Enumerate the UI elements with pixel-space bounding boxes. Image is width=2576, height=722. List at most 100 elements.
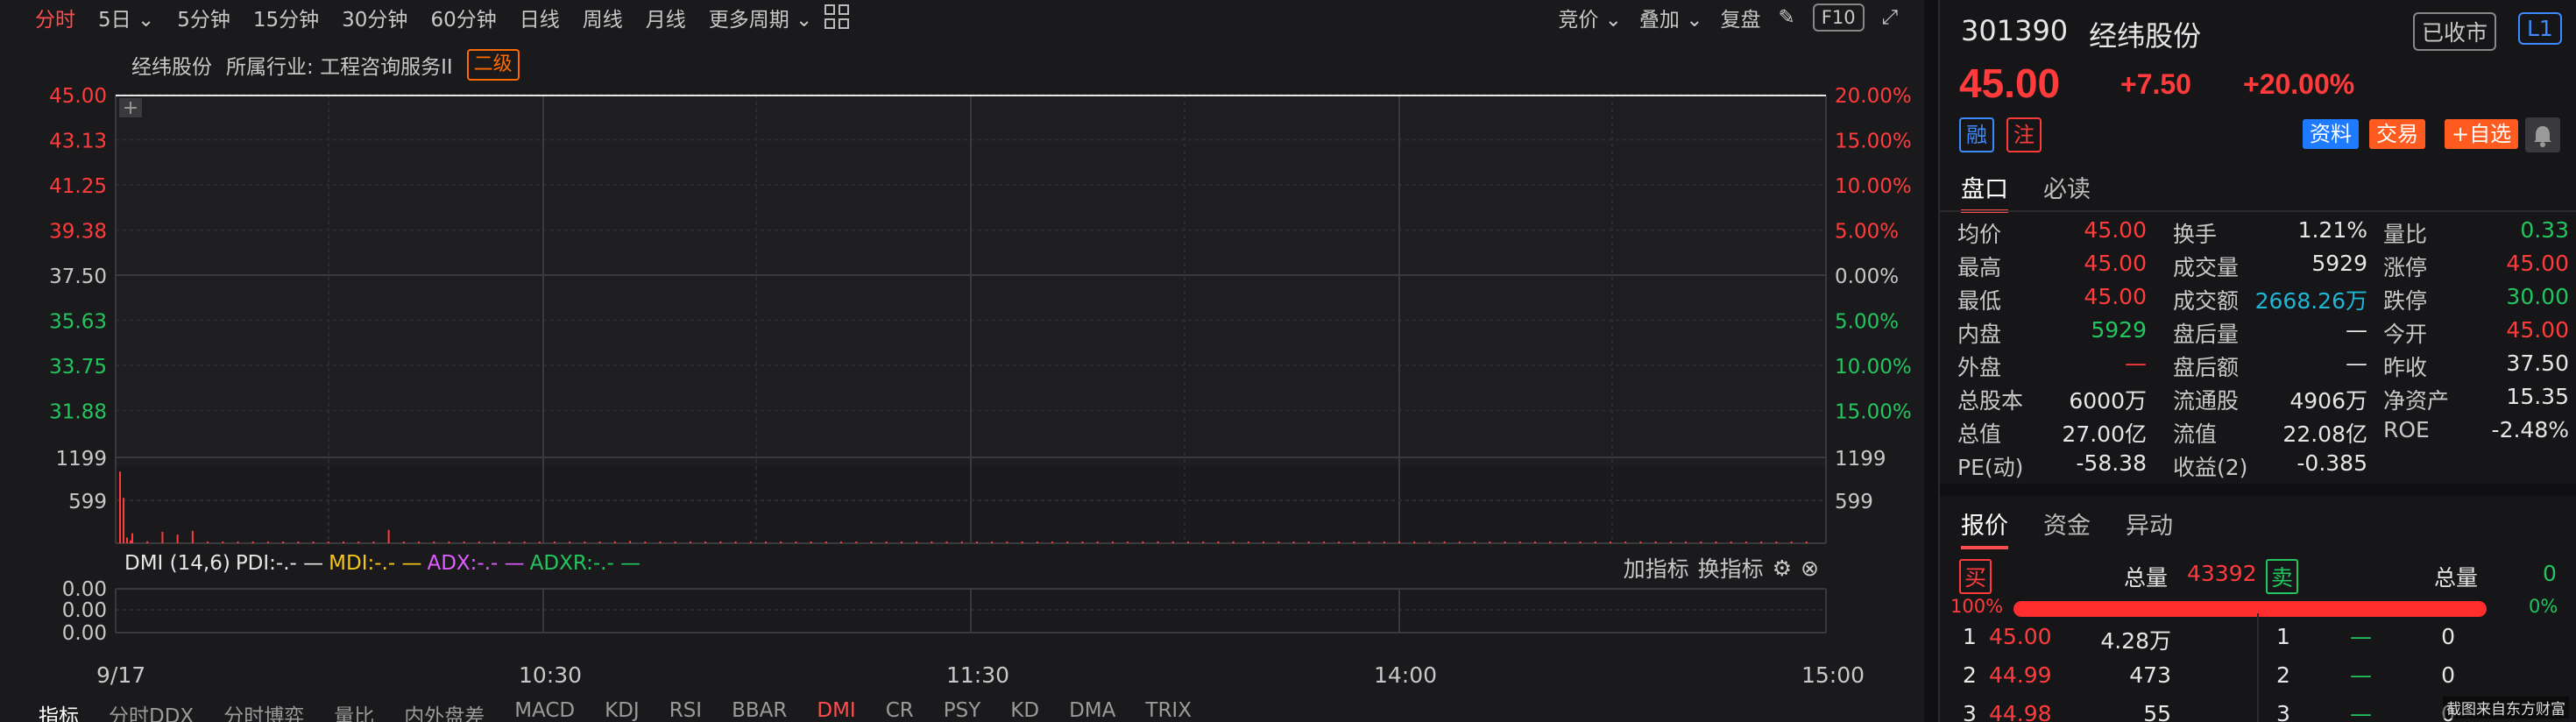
dmi-mdi: MDI:-.- — [329, 552, 422, 575]
indicator-tab[interactable]: MACD [514, 699, 575, 722]
panel-divider[interactable] [1924, 0, 1938, 722]
market-status-badge: 已收市 [2413, 12, 2497, 51]
brush-icon[interactable]: ✎ [1779, 6, 1795, 29]
volume-bar [1353, 542, 1355, 543]
volume-bar [343, 542, 344, 543]
indicator-tab[interactable]: KDJ [605, 699, 640, 722]
price-tick: 35.63 [49, 311, 107, 334]
sell-total-label: 总量 [2434, 565, 2479, 591]
period-30min[interactable]: 30分钟 [342, 3, 407, 32]
registration-tag[interactable]: 注 [2006, 117, 2042, 152]
bell-icon[interactable] [2525, 117, 2560, 152]
period-week[interactable]: 周线 [583, 3, 623, 32]
switch-indicator-button[interactable]: 换指标 [1698, 552, 1764, 584]
volume-bar [931, 542, 933, 543]
volume-bar [976, 542, 978, 543]
add-watchlist-button[interactable]: +自选 [2445, 119, 2519, 149]
close-indicator-icon[interactable]: ⊗ [1801, 556, 1819, 581]
period-day[interactable]: 日线 [520, 3, 560, 32]
volume-bar [266, 542, 269, 543]
volume-bar [569, 542, 571, 543]
auction-toggle[interactable]: 竞价 ⌄ [1558, 3, 1622, 32]
level-badge[interactable]: L1 [2518, 12, 2562, 45]
stat-label: 昨收 [2383, 355, 2428, 380]
stat-label: 今开 [2383, 322, 2428, 347]
f10-button[interactable]: F10 [1812, 4, 1865, 32]
volume-bar [765, 542, 767, 543]
indicator-tab[interactable]: 量比 [334, 699, 374, 722]
settings-icon[interactable]: ⚙ [1773, 556, 1792, 581]
indicator-tab[interactable]: BBAR [732, 699, 787, 722]
stat-row: 总值 27.00亿 流值 22.08亿 ROE -2.48% [1949, 414, 2576, 447]
volume-bar [598, 542, 601, 543]
ask-level: 1 [2276, 624, 2290, 649]
trade-button[interactable]: 交易 [2369, 119, 2425, 149]
indicator-tab[interactable]: 分时DDX [109, 699, 194, 722]
layout-grid-icon[interactable] [824, 4, 851, 31]
volume-bar [916, 542, 918, 543]
volume-bar [1700, 542, 1702, 543]
period-5day[interactable]: 5日 ⌄ [98, 3, 154, 32]
indicator-tab[interactable]: DMI [817, 699, 855, 722]
tab-baojia[interactable]: 报价 [1961, 506, 2008, 549]
add-indicator-button[interactable]: 加指标 [1624, 552, 1689, 584]
indicator-tab[interactable]: RSI [669, 699, 702, 722]
quote-tabs: 报价 资金 异动 [1961, 506, 2173, 549]
indicator-tab[interactable]: TRIX [1145, 699, 1192, 722]
volume-bar [1187, 542, 1189, 543]
industry-level-badge[interactable]: 二级 [466, 49, 520, 81]
stat-value: 1.21% [2297, 217, 2367, 243]
indicator-tab[interactable]: PSY [944, 699, 981, 722]
indicator-tab[interactable]: 指标 [39, 699, 79, 722]
indicator-tab[interactable]: CR [886, 699, 914, 722]
volume-bar [282, 542, 285, 543]
tab-pankou[interactable]: 盘口 [1961, 170, 2008, 213]
margin-tag[interactable]: 融 [1959, 117, 1994, 152]
last-price: 45.00 [1959, 60, 2061, 106]
replay-button[interactable]: 复盘 [1721, 3, 1761, 32]
stat-label: 涨停 [2383, 255, 2428, 280]
tab-bidu[interactable]: 必读 [2043, 170, 2091, 213]
industry-label: 所属行业: 工程咨询服务II [226, 56, 453, 79]
indicator-tab[interactable]: KD [1010, 699, 1039, 722]
period-5min[interactable]: 5分钟 [177, 3, 230, 32]
volume-bar [1504, 542, 1506, 543]
volume-bar [538, 542, 541, 543]
period-toolbar: 分时 5日 ⌄ 5分钟 15分钟 30分钟 60分钟 日线 周线 月线 更多周期… [0, 0, 1924, 35]
stat-label: 收益(2) [2173, 455, 2248, 480]
period-more[interactable]: 更多周期 ⌄ [709, 3, 813, 32]
volume-bar [207, 542, 209, 543]
sell-ratio: 0% [2529, 596, 2558, 617]
buy-ratio: 100% [1950, 596, 2004, 617]
stat-row: 均价 45.00 换手 1.21% 量比 0.33 [1949, 214, 2576, 247]
time-label: 10:30 [519, 662, 583, 688]
volume-bar [1805, 542, 1808, 543]
indicator-tab[interactable]: DMA [1069, 699, 1115, 722]
period-15min[interactable]: 15分钟 [253, 3, 319, 32]
indicator-tab[interactable]: 内外盘差 [404, 699, 485, 722]
stat-row: 最高 45.00 成交量 5929 涨停 45.00 [1949, 247, 2576, 280]
fullscreen-icon[interactable]: ⤢ [1882, 6, 1898, 29]
stat-value: 2668.26万 [2254, 288, 2367, 314]
indicator-tab[interactable]: 分时博弈 [223, 699, 304, 722]
period-60min[interactable]: 60分钟 [430, 3, 496, 32]
pct-tick: 10.00% [1835, 356, 1912, 379]
tab-zijin[interactable]: 资金 [2043, 506, 2091, 549]
stat-row: 外盘 — 盘后额 — 昨收 37.50 [1949, 347, 2576, 380]
stat-label: 成交量 [2173, 255, 2240, 280]
dmi-legend: DMI (14,6) PDI:-.- — MDI:-.- — ADX:-.- —… [124, 552, 640, 575]
info-button[interactable]: 资料 [2303, 119, 2359, 149]
stat-value: -0.385 [2296, 450, 2367, 476]
volume-bar [237, 542, 239, 543]
volume-bar [1458, 542, 1461, 543]
volume-bar [1654, 542, 1657, 543]
tab-yidong[interactable]: 异动 [2126, 506, 2173, 549]
quote-stats: 均价 45.00 换手 1.21% 量比 0.33 最高 45.00 成交量 5929 涨停 45.0… [1949, 214, 2576, 480]
overlay-toggle[interactable]: 叠加 ⌄ [1639, 3, 1703, 32]
chart-panel: 分时 5日 ⌄ 5分钟 15分钟 30分钟 60分钟 日线 周线 月线 更多周期… [0, 0, 1924, 722]
volume-bar [402, 542, 405, 543]
period-fenshi[interactable]: 分时 [35, 3, 75, 32]
volume-bar [1111, 542, 1114, 543]
period-month[interactable]: 月线 [646, 3, 686, 32]
volume-bar [222, 542, 224, 543]
